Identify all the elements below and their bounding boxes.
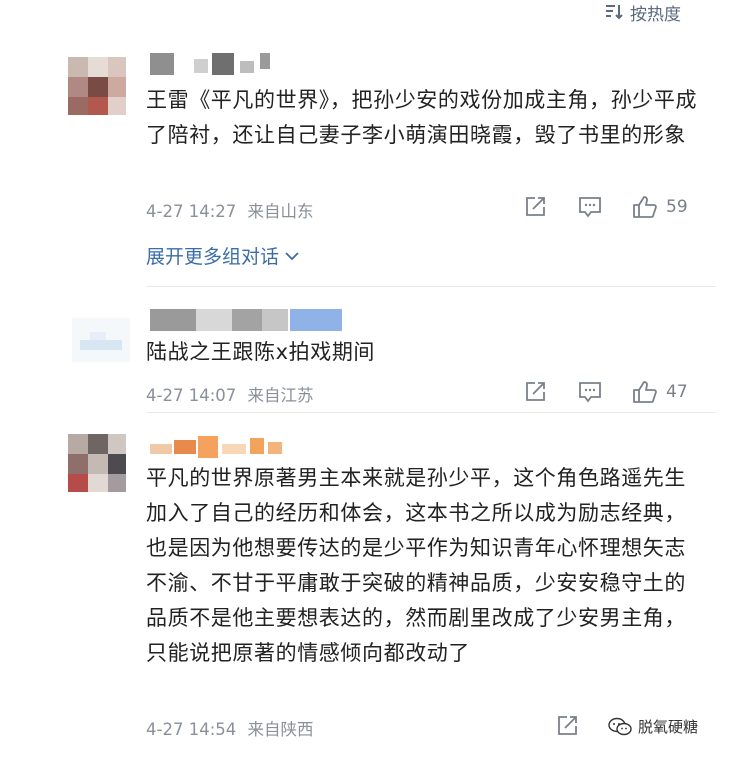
share-button[interactable] (524, 196, 546, 218)
like-count: 59 (666, 197, 688, 217)
wechat-icon (608, 717, 632, 735)
username-blurred[interactable] (150, 53, 280, 75)
share-icon (558, 716, 577, 735)
comment-location: 来自山东 (247, 202, 314, 221)
watermark-text: 脱氧硬糖 (638, 718, 699, 736)
watermark: 脱氧硬糖 (608, 716, 698, 737)
comment-meta: 4-27 14:54 来自陕西 (146, 716, 320, 740)
divider (146, 412, 716, 413)
like-button[interactable]: 47 (632, 380, 688, 404)
comment-icon (579, 197, 601, 218)
avatar[interactable] (68, 57, 126, 115)
thumbs-up-icon (633, 381, 657, 403)
share-button[interactable] (556, 715, 578, 737)
divider (146, 286, 716, 287)
comment-icon (579, 382, 601, 403)
comment-meta: 4-27 14:27 来自山东 (146, 198, 320, 222)
comment-time: 4-27 14:27 (146, 202, 237, 221)
comment-text: 王雷《平凡的世界》，把孙少安的戏份加成主角，孙少平成了陪衬，还让自己妻子李小萌演… (146, 88, 698, 147)
comment-meta: 4-27 14:07 来自江苏 (146, 382, 320, 406)
comment-text: 平凡的世界原著男主本来就是孙少平，这个角色路遥先生加入了自己的经历和体会，这本书… (146, 466, 686, 665)
like-button[interactable]: 59 (632, 195, 688, 219)
comment-location: 来自陕西 (247, 720, 314, 739)
sort-label: 按热度 (630, 4, 681, 25)
thumbs-up-icon (633, 196, 657, 218)
username-blurred[interactable] (150, 309, 350, 331)
comment-time: 4-27 14:07 (146, 386, 237, 405)
expand-conversation-link[interactable]: 展开更多组对话 (146, 242, 299, 269)
comment-time: 4-27 14:54 (146, 720, 237, 739)
share-icon (526, 197, 545, 216)
comment-location: 来自江苏 (247, 386, 314, 405)
comment-text: 陆战之王跟陈x拍戏期间 (146, 340, 376, 364)
share-icon (526, 382, 545, 401)
username-blurred[interactable] (150, 436, 300, 458)
share-button[interactable] (524, 381, 546, 403)
reply-button[interactable] (578, 196, 602, 218)
chevron-down-icon (285, 251, 299, 260)
sort-by-hot-button[interactable]: 按热度 (604, 0, 681, 25)
avatar[interactable] (68, 434, 126, 492)
reply-button[interactable] (578, 381, 602, 403)
avatar[interactable] (72, 318, 130, 362)
sort-icon (606, 5, 623, 20)
like-count: 47 (666, 382, 688, 402)
expand-label: 展开更多组对话 (146, 246, 280, 268)
